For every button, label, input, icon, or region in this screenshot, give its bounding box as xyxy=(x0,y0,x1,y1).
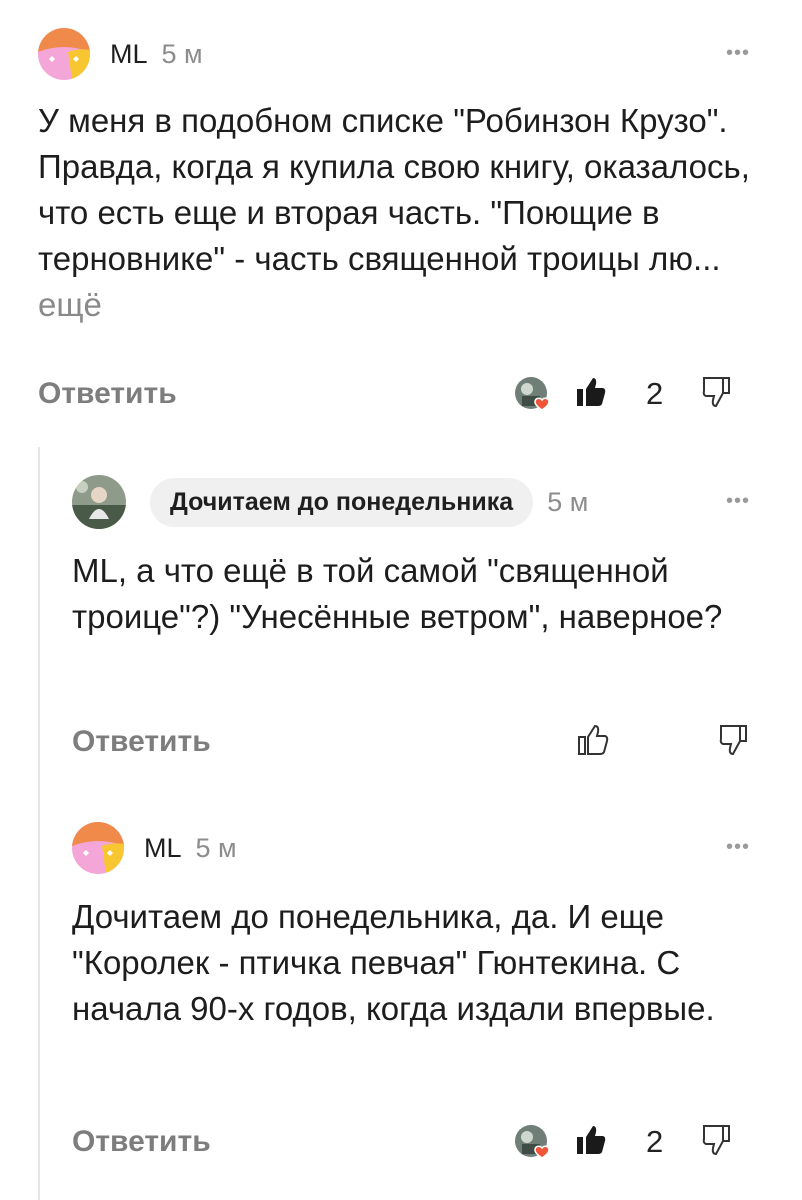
comment-text: ML, а что ещё в той самой "священной тро… xyxy=(72,548,732,640)
ml-avatar[interactable] xyxy=(38,28,90,80)
reactor-avatar-heart[interactable] xyxy=(514,1124,550,1160)
reaction-bar: 2 xyxy=(514,1120,735,1164)
reaction-bar xyxy=(576,720,752,764)
comment-body: ML, а что ещё в той самой "священной тро… xyxy=(72,552,723,635)
like-count: 2 xyxy=(646,1124,664,1159)
comment-time: 5 м xyxy=(161,38,203,69)
reply-button[interactable]: Ответить xyxy=(38,377,177,411)
more-menu-icon[interactable]: ••• xyxy=(726,42,750,65)
reaction-bar: 2 xyxy=(514,372,735,416)
reactor-avatar-heart[interactable] xyxy=(514,376,550,412)
ml-avatar[interactable] xyxy=(72,822,124,874)
thumbs-up-icon[interactable] xyxy=(574,1123,608,1162)
like-count: 2 xyxy=(646,376,664,411)
comment-time: 5 м xyxy=(547,486,589,517)
comment-time: 5 м xyxy=(195,832,237,863)
comment-body: У меня в подобном списке "Робинзон Крузо… xyxy=(38,102,750,277)
thread-line xyxy=(38,447,40,1200)
thumbs-up-icon[interactable] xyxy=(574,375,608,414)
comment-text: У меня в подобном списке "Робинзон Крузо… xyxy=(38,98,758,328)
author-name[interactable]: ML xyxy=(110,39,148,70)
thumbs-down-icon[interactable] xyxy=(701,1123,735,1162)
reply-button[interactable]: Ответить xyxy=(72,1125,211,1159)
show-more-link[interactable]: ещё xyxy=(38,286,102,323)
channel-avatar[interactable] xyxy=(72,475,126,529)
comment-header: ML 5 м xyxy=(38,28,203,80)
thumbs-down-icon[interactable] xyxy=(701,375,735,414)
comment-body: Дочитаем до понедельника, да. И еще "Кор… xyxy=(72,898,715,1027)
reply-button[interactable]: Ответить xyxy=(72,725,211,759)
author-name[interactable]: ML xyxy=(144,833,182,864)
thumbs-down-icon[interactable] xyxy=(718,723,752,762)
comment-header: Дочитаем до понедельника 5 м xyxy=(72,474,588,530)
author-name[interactable]: Дочитаем до понедельника xyxy=(150,477,534,527)
thumbs-up-icon[interactable] xyxy=(576,723,610,762)
more-menu-icon[interactable]: ••• xyxy=(726,836,750,859)
more-menu-icon[interactable]: ••• xyxy=(726,490,750,513)
comment-header: ML 5 м xyxy=(72,822,237,874)
comment-text: Дочитаем до понедельника, да. И еще "Кор… xyxy=(72,894,732,1032)
